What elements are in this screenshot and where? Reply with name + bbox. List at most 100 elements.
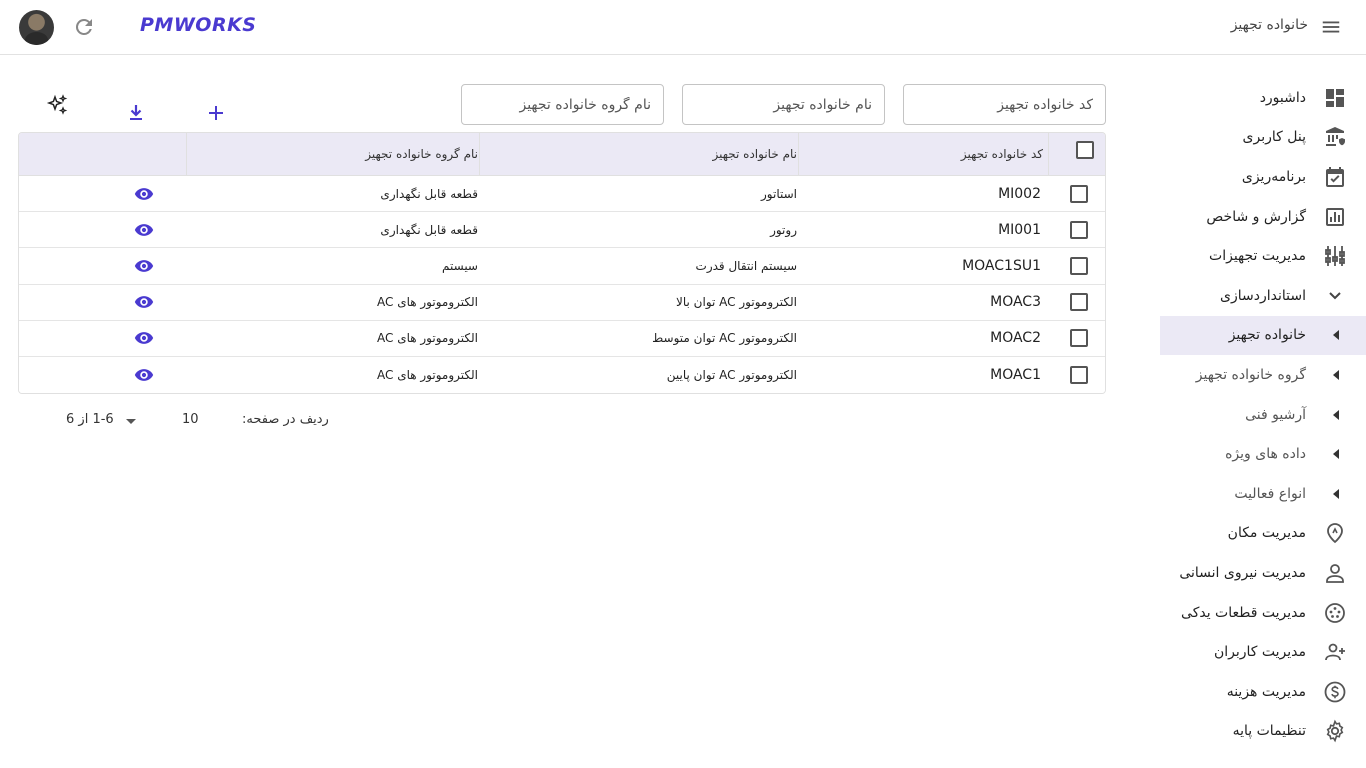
sidebar-item-label: داشبورد — [1259, 89, 1306, 106]
column-header-name[interactable]: نام خانواده تجهیز — [713, 133, 798, 175]
cell-group: الکتروموتور های AC — [376, 368, 478, 383]
cell-code: MOAC1SU1 — [962, 257, 1041, 274]
sidebar-item-reports[interactable]: گزارش و شاخص — [1160, 197, 1366, 237]
row-checkbox[interactable] — [1070, 184, 1088, 203]
sidebar-item-label: انواع فعالیت — [1234, 485, 1306, 502]
table-row[interactable]: MI001 روتور قطعه قابل نگهداری — [19, 212, 1105, 249]
row-checkbox[interactable] — [1070, 329, 1088, 348]
view-eye-icon[interactable] — [134, 256, 154, 276]
sidebar-item-spare-parts[interactable]: مدیریت قطعات یدکی — [1160, 593, 1366, 633]
caret-left-icon — [1333, 488, 1339, 499]
sidebar-item-equipment-family[interactable]: خانواده تجهیز — [1160, 315, 1366, 356]
cell-name: الکتروموتور AC توان بالا — [676, 295, 797, 310]
page-title: خانواده تجهیز — [1230, 17, 1308, 33]
rows-per-page-select[interactable]: 10 — [182, 412, 199, 427]
bank-shield-icon — [1326, 127, 1345, 147]
select-all-checkbox[interactable] — [1076, 141, 1094, 159]
sidebar-item-user-panel[interactable]: پنل کاربری — [1160, 118, 1366, 158]
sparkle-icon[interactable] — [45, 93, 69, 117]
sidebar-item-equipment[interactable]: مدیریت تجهیزات — [1160, 236, 1366, 276]
add-user-icon — [1325, 643, 1345, 661]
sidebar-item-technical-archive[interactable]: آرشیو فنی — [1160, 395, 1366, 435]
group-filter-input[interactable] — [462, 85, 663, 124]
add-icon[interactable] — [204, 101, 228, 125]
avatar[interactable] — [19, 10, 54, 45]
sidebar-item-equipment-family-group[interactable]: گروه خانواده تجهیز — [1160, 355, 1366, 395]
sidebar-item-dashboard[interactable]: داشبورد — [1160, 78, 1366, 118]
cell-code: MOAC1 — [990, 367, 1041, 384]
bar-chart-icon — [1326, 207, 1344, 226]
pagination-range: 1-6 از 6 — [66, 412, 114, 427]
rows-per-page-label: ردیف در صفحه: — [242, 412, 329, 427]
name-filter-input[interactable] — [683, 85, 884, 124]
column-header-group[interactable]: نام گروه خانواده تجهیز — [365, 133, 478, 175]
sidebar: داشبورد پنل کاربری برنامه‌ریزی گزارش و ش… — [1160, 78, 1366, 751]
app-logo: PMWORKS — [140, 14, 257, 36]
download-icon[interactable] — [124, 101, 148, 125]
cell-name: استاتور — [761, 186, 797, 201]
view-eye-icon[interactable] — [134, 328, 154, 348]
sidebar-item-label: خانواده تجهیز — [1228, 327, 1306, 344]
spare-parts-icon — [1325, 602, 1345, 623]
cell-group: قطعه قابل نگهداری — [380, 186, 478, 201]
refresh-icon[interactable] — [72, 15, 96, 39]
sidebar-item-location[interactable]: مدیریت مکان — [1160, 514, 1366, 554]
sidebar-item-label: مدیریت مکان — [1227, 525, 1306, 542]
sidebar-item-label: آرشیو فنی — [1245, 406, 1306, 423]
table-row[interactable]: MOAC1 الکتروموتور AC توان پایین الکترومو… — [19, 356, 1105, 394]
sidebar-item-label: برنامه‌ریزی — [1241, 168, 1306, 185]
cell-name: سیستم انتقال قدرت — [695, 258, 797, 273]
view-eye-icon[interactable] — [134, 365, 154, 385]
top-bar: PMWORKS خانواده تجهیز — [0, 0, 1366, 55]
chevron-down-icon — [1329, 292, 1341, 300]
dashboard-icon — [1326, 88, 1344, 107]
row-checkbox[interactable] — [1070, 256, 1088, 275]
row-checkbox[interactable] — [1070, 293, 1088, 312]
sidebar-item-special-data[interactable]: داده های ویژه — [1160, 434, 1366, 474]
sidebar-item-activity-types[interactable]: انواع فعالیت — [1160, 474, 1366, 514]
cell-name: الکتروموتور AC توان پایین — [666, 368, 797, 383]
sidebar-item-cost[interactable]: مدیریت هزینه — [1160, 672, 1366, 712]
row-checkbox[interactable] — [1070, 366, 1088, 385]
sidebar-item-label: استانداردسازی — [1220, 287, 1306, 304]
name-filter-field[interactable] — [682, 84, 885, 125]
cell-code: MOAC2 — [990, 330, 1041, 347]
sidebar-item-label: مدیریت تجهیزات — [1209, 248, 1306, 265]
calendar-check-icon — [1326, 166, 1344, 187]
code-filter-field[interactable] — [903, 84, 1106, 125]
caret-left-icon — [1333, 449, 1339, 460]
table-row[interactable]: MOAC2 الکتروموتور AC توان متوسط الکترومو… — [19, 320, 1105, 357]
sidebar-item-label: مدیریت قطعات یدکی — [1181, 604, 1306, 621]
sidebar-item-base-settings[interactable]: تنظیمات پایه — [1160, 712, 1366, 752]
table-row[interactable]: MOAC3 الکتروموتور AC توان بالا الکتروموت… — [19, 284, 1105, 321]
cell-group: الکتروموتور های AC — [376, 295, 478, 310]
dollar-icon — [1324, 681, 1346, 703]
caret-left-icon — [1333, 330, 1339, 341]
row-checkbox[interactable] — [1070, 220, 1088, 239]
table-row[interactable]: MI002 استاتور قطعه قابل نگهداری — [19, 176, 1105, 213]
table-row[interactable]: MOAC1SU1 سیستم انتقال قدرت سیستم — [19, 248, 1105, 285]
sidebar-item-label: پنل کاربری — [1242, 129, 1306, 146]
cell-name: الکتروموتور AC توان متوسط — [652, 331, 797, 346]
sidebar-item-label: مدیریت هزینه — [1226, 683, 1306, 700]
view-eye-icon[interactable] — [134, 292, 154, 312]
sidebar-item-human-resources[interactable]: مدیریت نیروی انسانی — [1160, 553, 1366, 593]
view-eye-icon[interactable] — [134, 184, 154, 204]
cell-group: سیستم — [442, 258, 478, 273]
menu-icon[interactable] — [1320, 16, 1342, 38]
sidebar-item-planning[interactable]: برنامه‌ریزی — [1160, 157, 1366, 197]
group-filter-field[interactable] — [461, 84, 664, 125]
caret-left-icon — [1333, 409, 1339, 420]
code-filter-input[interactable] — [904, 85, 1105, 124]
cell-code: MOAC3 — [990, 294, 1041, 311]
sidebar-item-standardization[interactable]: استانداردسازی — [1160, 276, 1366, 316]
dropdown-arrow-icon[interactable] — [126, 419, 136, 424]
view-eye-icon[interactable] — [134, 220, 154, 240]
sidebar-item-label: گروه خانواده تجهیز — [1195, 366, 1306, 383]
column-header-code[interactable]: کد خانواده تجهیز — [961, 133, 1043, 175]
sidebar-item-label: مدیریت کاربران — [1213, 644, 1306, 661]
sidebar-item-users[interactable]: مدیریت کاربران — [1160, 632, 1366, 672]
location-tag-icon — [1327, 523, 1343, 544]
cell-code: MI001 — [998, 221, 1041, 238]
equipment-family-table: کد خانواده تجهیز نام خانواده تجهیز نام گ… — [18, 132, 1106, 395]
